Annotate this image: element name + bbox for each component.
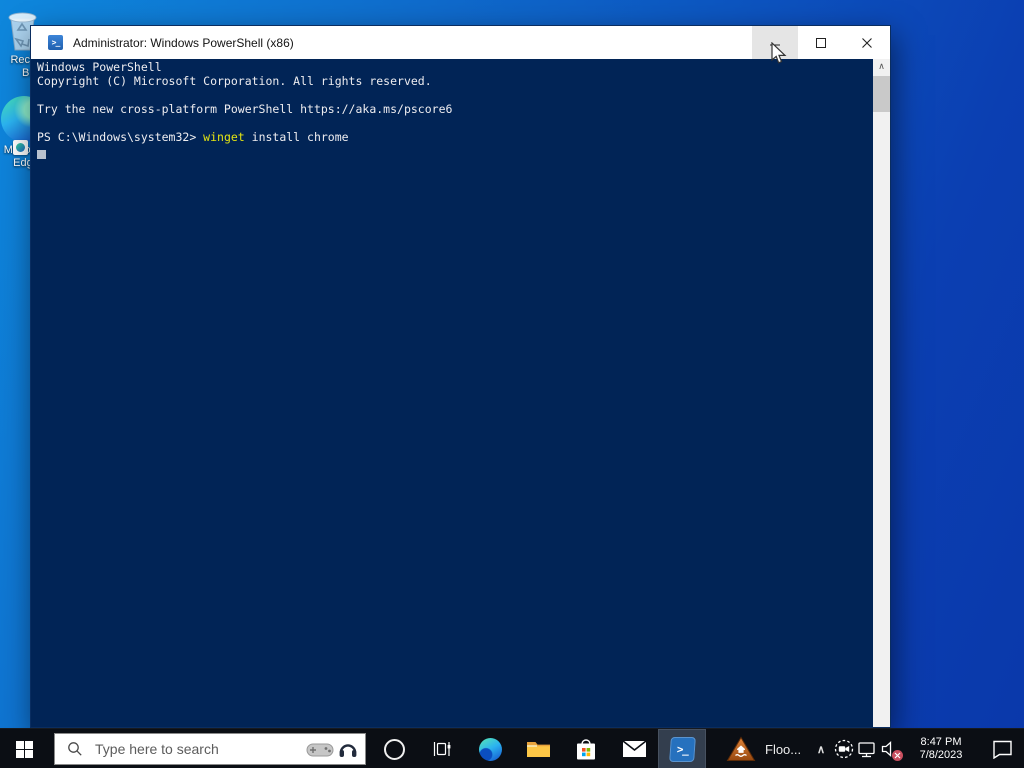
terminal-line: Try the new cross-platform PowerShell ht… xyxy=(37,102,873,116)
terminal-output[interactable]: Windows PowerShell Copyright (C) Microso… xyxy=(31,59,873,727)
scrollbar-thumb[interactable] xyxy=(873,76,890,112)
powershell-window: >_ Administrator: Windows PowerShell (x8… xyxy=(30,25,891,728)
powershell-icon: >_ xyxy=(48,35,63,50)
start-button[interactable] xyxy=(0,729,48,768)
maximize-button[interactable] xyxy=(798,26,844,59)
terminal-scrollbar[interactable]: ∧ xyxy=(873,59,890,727)
search-input[interactable] xyxy=(93,740,305,758)
mute-badge-icon xyxy=(892,750,903,761)
search-highlight-art xyxy=(305,738,359,760)
flood-warning-icon xyxy=(726,736,756,762)
meet-now-button[interactable] xyxy=(832,738,855,760)
close-icon xyxy=(861,37,873,49)
network-icon xyxy=(856,740,878,758)
powershell-icon: >_ xyxy=(669,737,696,762)
network-button[interactable] xyxy=(855,740,878,758)
taskbar-edge-button[interactable] xyxy=(466,729,514,768)
close-button[interactable] xyxy=(844,26,890,59)
terminal-line xyxy=(37,88,873,102)
taskbar: >_ Floo... ∧ xyxy=(0,728,1024,768)
terminal-cursor xyxy=(37,150,46,159)
meet-now-icon xyxy=(833,738,855,760)
news-widget-label: Floo... xyxy=(765,742,801,757)
desktop: Recycle Bin Microsoft Edge >_ Administra… xyxy=(0,0,1024,768)
news-widget[interactable]: Floo... xyxy=(720,729,807,768)
microsoft-store-icon xyxy=(575,737,597,761)
action-center-button[interactable] xyxy=(990,739,1014,759)
taskbar-store-button[interactable] xyxy=(562,729,610,768)
prompt-text: PS C:\Windows\system32> xyxy=(37,130,203,144)
window-titlebar[interactable]: >_ Administrator: Windows PowerShell (x8… xyxy=(31,26,890,59)
terminal-line xyxy=(37,116,873,130)
taskbar-task-view-button[interactable] xyxy=(418,729,466,768)
terminal-line: Windows PowerShell xyxy=(37,60,873,74)
command-text: winget xyxy=(203,130,245,144)
cortana-icon xyxy=(384,739,405,760)
clock-date: 7/8/2023 xyxy=(910,749,972,762)
volume-button[interactable] xyxy=(878,740,902,758)
terminal-line: Copyright (C) Microsoft Corporation. All… xyxy=(37,74,873,88)
command-args-text: install chrome xyxy=(245,130,349,144)
terminal-prompt-line: PS C:\Windows\system32> winget install c… xyxy=(37,130,873,144)
headphones-icon xyxy=(337,738,359,760)
clock-time: 8:47 PM xyxy=(910,736,972,749)
action-center-icon xyxy=(990,739,1014,759)
task-view-icon xyxy=(432,740,452,758)
taskbar-cortana-button[interactable] xyxy=(370,729,418,768)
edge-icon xyxy=(479,738,502,761)
game-controller-icon xyxy=(305,739,335,759)
windows-logo-icon xyxy=(16,741,33,758)
taskbar-clock[interactable]: 8:47 PM 7/8/2023 xyxy=(910,736,972,762)
scroll-up-arrow-icon[interactable]: ∧ xyxy=(873,59,890,75)
file-explorer-icon xyxy=(526,739,551,759)
taskbar-powershell-button[interactable]: >_ xyxy=(658,729,706,768)
mail-icon xyxy=(622,740,647,758)
mouse-cursor xyxy=(770,42,787,66)
taskbar-mail-button[interactable] xyxy=(610,729,658,768)
search-icon xyxy=(67,741,83,757)
search-box[interactable] xyxy=(54,733,366,765)
taskbar-file-explorer-button[interactable] xyxy=(514,729,562,768)
shortcut-arrow-badge xyxy=(13,140,28,155)
system-tray: ∧ xyxy=(810,729,1024,768)
window-title: Administrator: Windows PowerShell (x86) xyxy=(73,36,294,50)
maximize-icon xyxy=(815,37,827,49)
hidden-icons-chevron[interactable]: ∧ xyxy=(810,743,832,756)
